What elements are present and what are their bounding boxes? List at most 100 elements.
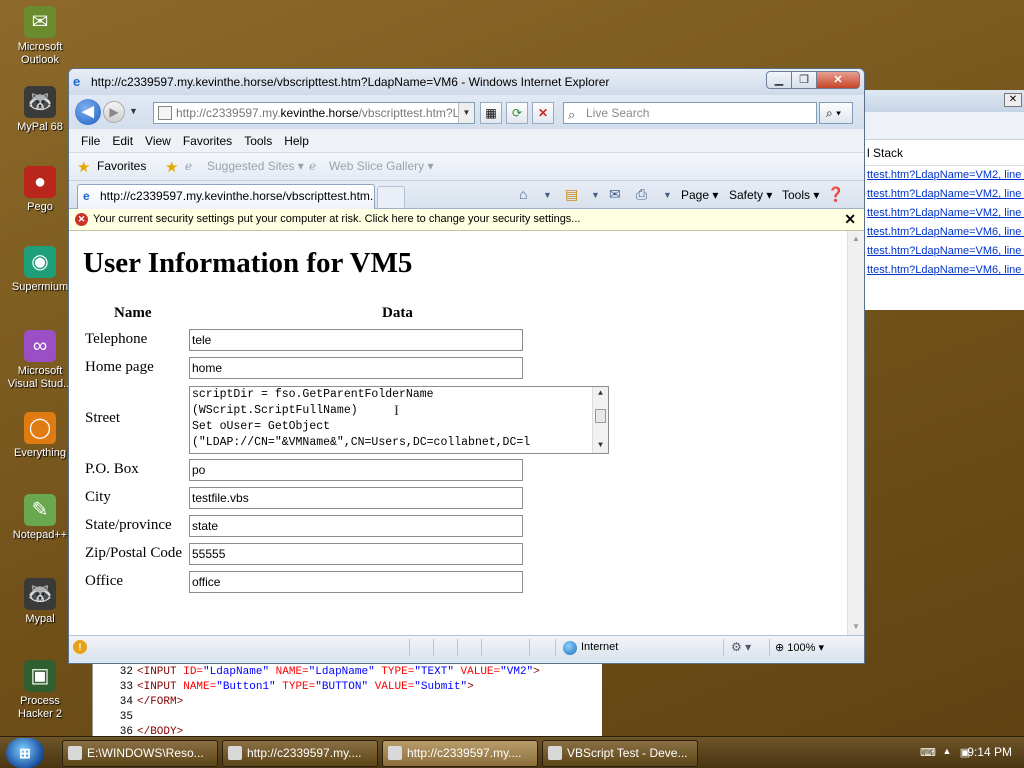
- desktop-icon[interactable]: ▣ Process Hacker 2: [4, 660, 76, 721]
- status-separator: [555, 639, 556, 656]
- internet-explorer-window[interactable]: e http://c2339597.my.kevinthe.horse/vbsc…: [68, 68, 865, 664]
- street-textarea[interactable]: scriptDir = fso.GetParentFolderName (WScr…: [189, 386, 609, 454]
- menu-item-tools[interactable]: Tools: [244, 134, 272, 148]
- call-stack-link[interactable]: ttest.htm?LdapName=VM6, line 3: [865, 223, 1024, 242]
- new-tab-button[interactable]: [377, 186, 405, 208]
- forward-button[interactable]: ▶: [103, 101, 125, 123]
- textarea-scroll-down-arrow[interactable]: ▼: [593, 439, 608, 453]
- desktop-icon[interactable]: ◯ Everything: [4, 412, 76, 460]
- protected-mode-icon[interactable]: ⚙ ▾: [731, 640, 751, 654]
- home-page-field[interactable]: home: [189, 357, 523, 379]
- telephone-field[interactable]: tele: [189, 329, 523, 351]
- textarea-scroll-up-arrow[interactable]: ▲: [593, 387, 608, 401]
- info-bar-close-icon[interactable]: ✕: [844, 209, 856, 230]
- background-code-editor[interactable]: 32 <INPUT ID="LdapName" NAME="LdapName" T…: [92, 660, 602, 740]
- menu-item-help[interactable]: Help: [284, 134, 309, 148]
- zoom-level[interactable]: ⊕ 100% ▾: [775, 641, 824, 654]
- suggested-sites-link[interactable]: Suggested Sites ▾: [207, 159, 304, 173]
- search-button[interactable]: ⌕ ▾: [819, 102, 853, 124]
- city-field[interactable]: testfile.vbs: [189, 487, 523, 509]
- close-button[interactable]: ✕: [816, 71, 860, 89]
- address-dropdown-arrow[interactable]: ▼: [458, 103, 474, 123]
- page-scroll-up-arrow[interactable]: ▲: [848, 231, 864, 247]
- tab-current-page[interactable]: e http://c2339597.my.kevinthe.horse/vbsc…: [77, 184, 375, 209]
- refresh-button[interactable]: ⟳: [506, 102, 528, 124]
- desktop-icon[interactable]: ∞ Microsoft Visual Stud...: [4, 330, 76, 391]
- desktop-icon[interactable]: ✎ Notepad++: [4, 494, 76, 542]
- help-icon[interactable]: ❓: [827, 186, 844, 203]
- zip-field[interactable]: 55555: [189, 543, 523, 565]
- label-office: Office: [85, 573, 124, 589]
- taskbar-button[interactable]: E:\WINDOWS\Reso...: [62, 740, 218, 767]
- ie-titlebar[interactable]: e http://c2339597.my.kevinthe.horse/vbsc…: [69, 69, 864, 95]
- code-tag: </FORM>: [137, 696, 184, 708]
- recent-pages-dropdown[interactable]: ▼: [129, 106, 138, 116]
- start-button[interactable]: ⊞: [6, 738, 44, 768]
- security-shield-icon: ✕: [75, 213, 88, 226]
- page-scroll-down-arrow[interactable]: ▼: [848, 619, 864, 635]
- desktop-app-icon: ●: [24, 166, 56, 198]
- desktop-icon[interactable]: ● Pego: [4, 166, 76, 214]
- search-input[interactable]: ⌕ Live Search: [563, 102, 817, 124]
- feeds-icon[interactable]: ▤: [565, 186, 578, 203]
- desktop-icon[interactable]: 🦝 Mypal: [4, 578, 76, 626]
- security-info-bar[interactable]: ✕ Your current security settings put you…: [69, 209, 864, 231]
- line-number: 34: [119, 696, 133, 708]
- state-field[interactable]: state: [189, 515, 523, 537]
- read-mail-icon[interactable]: ✉: [609, 186, 621, 203]
- back-button[interactable]: ◀: [75, 99, 101, 125]
- call-stack-link[interactable]: ttest.htm?LdapName=VM6, line 3: [865, 261, 1024, 280]
- home-dropdown-arrow[interactable]: ▼: [543, 190, 552, 200]
- background-window-titlebar[interactable]: ✕: [865, 90, 1024, 112]
- background-debugger-window[interactable]: ✕ l Stack ttest.htm?LdapName=VM2, line 3…: [864, 90, 1024, 310]
- compatibility-view-button[interactable]: ▦: [480, 102, 502, 124]
- call-stack-link[interactable]: ttest.htm?LdapName=VM6, line 3: [865, 242, 1024, 261]
- safety-menu[interactable]: Safety ▾: [729, 188, 772, 202]
- security-zone[interactable]: Internet: [563, 641, 618, 655]
- desktop-icon[interactable]: 🦝 MyPal 68: [4, 86, 76, 134]
- page-vertical-scrollbar[interactable]: ▲ ▼: [847, 231, 864, 635]
- po-box-field[interactable]: po: [189, 459, 523, 481]
- menu-item-edit[interactable]: Edit: [112, 134, 133, 148]
- show-hidden-icons-icon[interactable]: ▲: [940, 746, 954, 760]
- menu-item-view[interactable]: View: [145, 134, 171, 148]
- clock[interactable]: 9:14 PM: [967, 745, 1012, 759]
- page-menu[interactable]: Page ▾: [681, 188, 718, 202]
- keyboard-icon[interactable]: ⌨: [920, 746, 936, 760]
- desktop-icon[interactable]: ◉ Supermium: [4, 246, 76, 294]
- menu-item-favorites[interactable]: Favorites: [183, 134, 232, 148]
- taskbar-button[interactable]: VBScript Test - Deve...: [542, 740, 698, 767]
- security-warning-text: Your current security settings put your …: [93, 213, 581, 225]
- add-favorite-icon[interactable]: ★: [165, 158, 178, 176]
- textarea-scroll-thumb[interactable]: [595, 409, 606, 423]
- address-suffix: /vbscripttest.htm?Ld: [358, 106, 466, 120]
- minimize-button[interactable]: ▁: [766, 71, 792, 89]
- street-text-line: ("LDAP://CN="&VMName&",CN=Users,DC=colla…: [192, 436, 531, 449]
- web-slice-gallery-link[interactable]: Web Slice Gallery ▾: [329, 159, 434, 173]
- zoom-dropdown-arrow[interactable]: ▾: [818, 642, 824, 654]
- call-stack-link[interactable]: ttest.htm?LdapName=VM2, line 3: [865, 185, 1024, 204]
- office-field[interactable]: office: [189, 571, 523, 593]
- code-line: 34 </FORM>: [93, 695, 540, 710]
- menu-item-file[interactable]: File: [81, 134, 100, 148]
- home-icon[interactable]: ⌂: [519, 186, 527, 202]
- taskbar-button[interactable]: http://c2339597.my....: [382, 740, 538, 767]
- stop-button[interactable]: ✕: [532, 102, 554, 124]
- feeds-dropdown-arrow[interactable]: ▼: [591, 190, 600, 200]
- favorites-button[interactable]: Favorites: [97, 159, 146, 173]
- address-bar[interactable]: http://c2339597.my.kevinthe.horse/vbscri…: [153, 102, 475, 124]
- code-token: "Submit": [414, 681, 468, 693]
- maximize-button[interactable]: ❐: [791, 71, 817, 89]
- desktop-icon[interactable]: ✉ Microsoft Outlook: [4, 6, 76, 67]
- call-stack-link[interactable]: ttest.htm?LdapName=VM2, line 3: [865, 166, 1024, 185]
- call-stack-link[interactable]: ttest.htm?LdapName=VM2, line 3: [865, 204, 1024, 223]
- taskbar-button[interactable]: http://c2339597.my....: [222, 740, 378, 767]
- print-icon[interactable]: ⎙: [636, 186, 647, 203]
- street-text-line: (WScript.ScriptFullName): [192, 404, 358, 417]
- taskbar-app-icon: [388, 746, 402, 760]
- label-po-box: P.O. Box: [85, 461, 139, 477]
- print-dropdown-arrow[interactable]: ▼: [663, 190, 672, 200]
- tools-menu[interactable]: Tools ▾: [782, 188, 819, 202]
- background-window-close-button[interactable]: ✕: [1004, 93, 1022, 107]
- textarea-scrollbar[interactable]: ▲ ▼: [592, 387, 608, 453]
